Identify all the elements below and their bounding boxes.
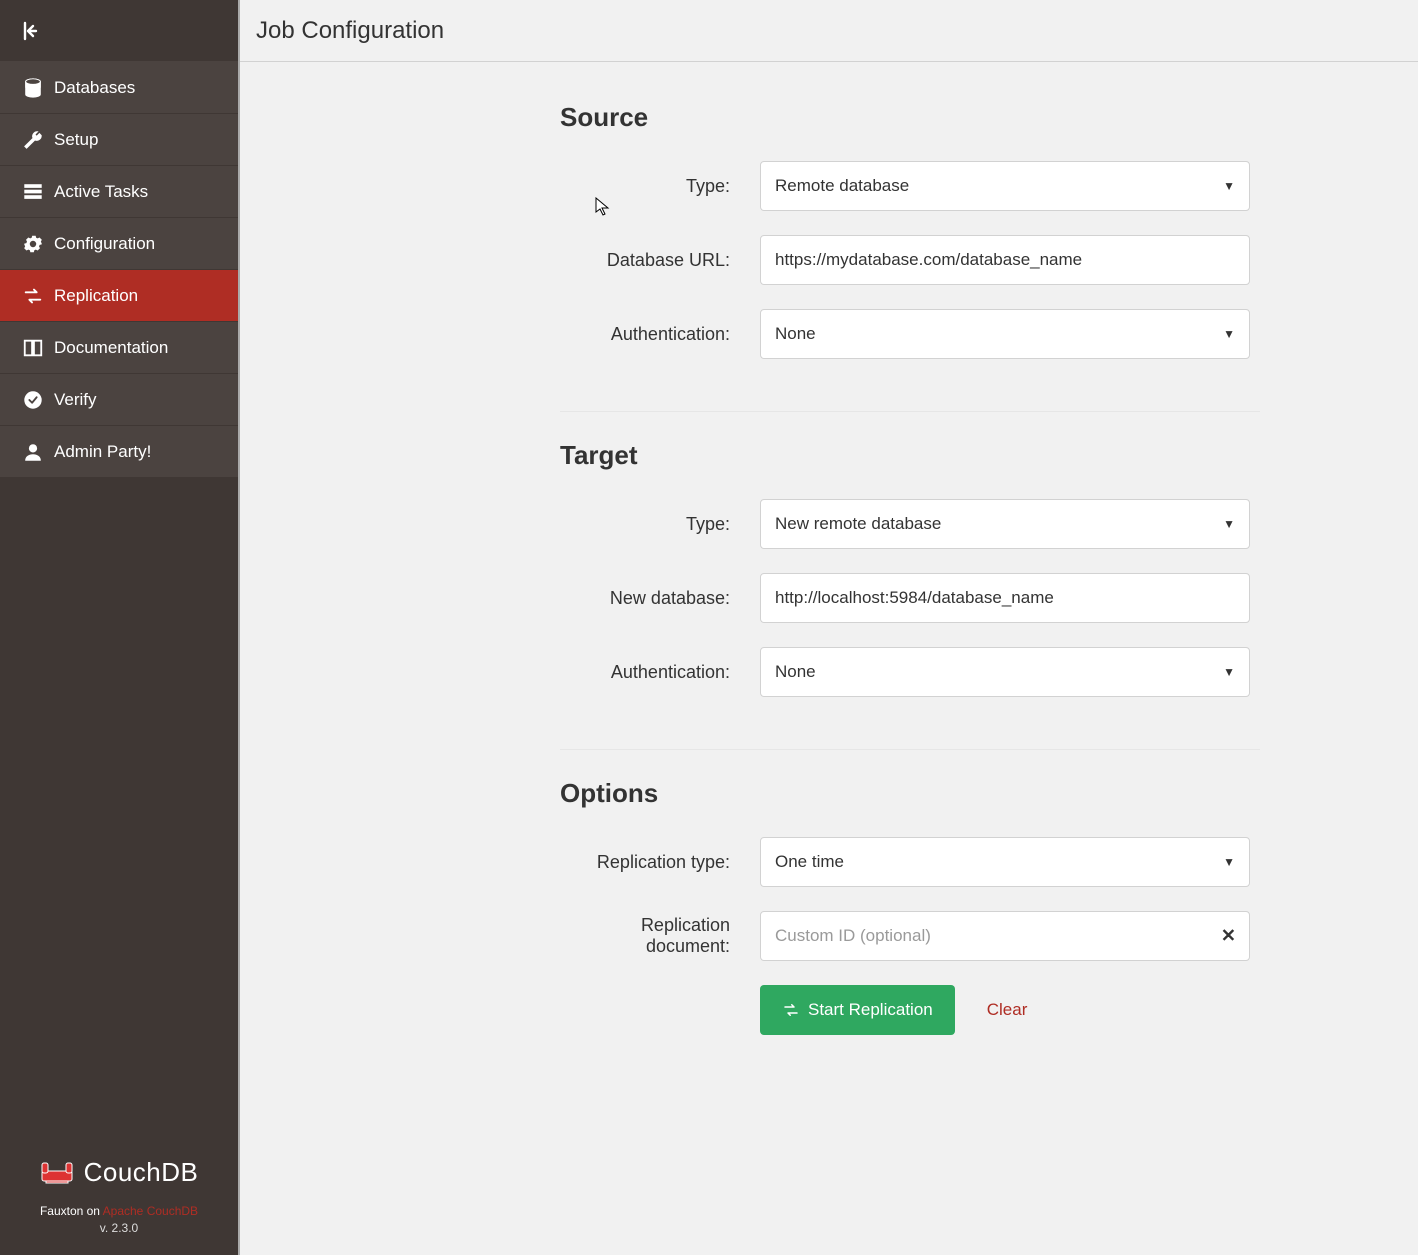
footer-version: v. 2.3.0: [0, 1221, 238, 1235]
sidebar-item-documentation[interactable]: Documentation: [0, 322, 238, 374]
replication-type-value: One time: [775, 852, 844, 872]
couchdb-logo-icon: [40, 1159, 74, 1187]
sidebar-item-label: Replication: [54, 286, 138, 306]
clear-input-button[interactable]: ✕: [1221, 926, 1236, 947]
source-section: Source Type: Remote database ▼ Database …: [560, 102, 1260, 412]
sidebar-nav: Databases Setup Active Tasks Configurati…: [0, 62, 238, 478]
replication-type-label: Replication type:: [560, 852, 760, 873]
sidebar-item-label: Active Tasks: [54, 182, 148, 202]
sidebar-item-databases[interactable]: Databases: [0, 62, 238, 114]
sidebar-item-label: Verify: [54, 390, 97, 410]
chevron-down-icon: ▼: [1223, 855, 1235, 869]
main: Job Configuration Source Type: Remote da…: [238, 0, 1418, 1255]
source-auth-value: None: [775, 324, 816, 344]
gear-icon: [22, 233, 54, 255]
start-replication-label: Start Replication: [808, 1000, 933, 1020]
chevron-down-icon: ▼: [1223, 665, 1235, 679]
clear-button[interactable]: Clear: [987, 1000, 1028, 1020]
sidebar-footer: CouchDB Fauxton on Apache CouchDB v. 2.3…: [0, 1157, 238, 1235]
source-auth-select[interactable]: None ▼: [760, 309, 1250, 359]
footer-prefix: Fauxton on: [40, 1204, 103, 1218]
sidebar-item-configuration[interactable]: Configuration: [0, 218, 238, 270]
source-auth-label: Authentication:: [560, 324, 760, 345]
sidebar-item-setup[interactable]: Setup: [0, 114, 238, 166]
target-type-label: Type:: [560, 514, 760, 535]
target-title: Target: [560, 440, 1260, 471]
sidebar-item-label: Admin Party!: [54, 442, 151, 462]
options-title: Options: [560, 778, 1260, 809]
source-type-select[interactable]: Remote database ▼: [760, 161, 1250, 211]
replication-document-label: Replication document:: [560, 915, 760, 957]
target-auth-label: Authentication:: [560, 662, 760, 683]
chevron-down-icon: ▼: [1223, 179, 1235, 193]
target-newdb-label: New database:: [560, 588, 760, 609]
user-icon: [22, 441, 54, 463]
source-url-label: Database URL:: [560, 250, 760, 271]
footer-meta: Fauxton on Apache CouchDB: [0, 1204, 238, 1218]
source-type-value: Remote database: [775, 176, 909, 196]
sidebar-item-label: Configuration: [54, 234, 155, 254]
source-url-input[interactable]: [760, 235, 1250, 285]
sidebar-item-replication[interactable]: Replication: [0, 270, 238, 322]
wrench-icon: [22, 129, 54, 151]
book-icon: [22, 337, 54, 359]
page-title: Job Configuration: [256, 17, 444, 45]
close-icon: ✕: [1221, 926, 1236, 946]
sidebar-item-admin-party[interactable]: Admin Party!: [0, 426, 238, 478]
tasks-icon: [22, 181, 54, 203]
collapse-sidebar-button[interactable]: [20, 19, 44, 43]
target-type-select[interactable]: New remote database ▼: [760, 499, 1250, 549]
target-newdb-input[interactable]: [760, 573, 1250, 623]
sidebar-item-label: Documentation: [54, 338, 168, 358]
sidebar: Databases Setup Active Tasks Configurati…: [0, 0, 238, 1255]
sidebar-item-verify[interactable]: Verify: [0, 374, 238, 426]
start-replication-button[interactable]: Start Replication: [760, 985, 955, 1035]
target-section: Target Type: New remote database ▼ New d…: [560, 440, 1260, 750]
sidebar-item-label: Databases: [54, 78, 135, 98]
check-circle-icon: [22, 389, 54, 411]
footer-link[interactable]: Apache CouchDB: [103, 1204, 198, 1218]
target-auth-value: None: [775, 662, 816, 682]
source-title: Source: [560, 102, 1260, 133]
replication-type-select[interactable]: One time ▼: [760, 837, 1250, 887]
sidebar-item-label: Setup: [54, 130, 98, 150]
source-type-label: Type:: [560, 176, 760, 197]
target-auth-select[interactable]: None ▼: [760, 647, 1250, 697]
exchange-icon: [22, 285, 54, 307]
sidebar-item-active-tasks[interactable]: Active Tasks: [0, 166, 238, 218]
options-section: Options Replication type: One time ▼ Rep…: [560, 778, 1260, 1063]
page-header: Job Configuration: [240, 0, 1418, 62]
exchange-icon: [782, 1001, 800, 1019]
target-type-value: New remote database: [775, 514, 941, 534]
sidebar-top: [0, 0, 238, 62]
replication-document-input[interactable]: [760, 911, 1250, 961]
chevron-down-icon: ▼: [1223, 327, 1235, 341]
logo: CouchDB: [0, 1157, 238, 1188]
database-icon: [22, 77, 54, 99]
logo-text: CouchDB: [84, 1157, 199, 1188]
collapse-icon: [20, 19, 44, 43]
chevron-down-icon: ▼: [1223, 517, 1235, 531]
